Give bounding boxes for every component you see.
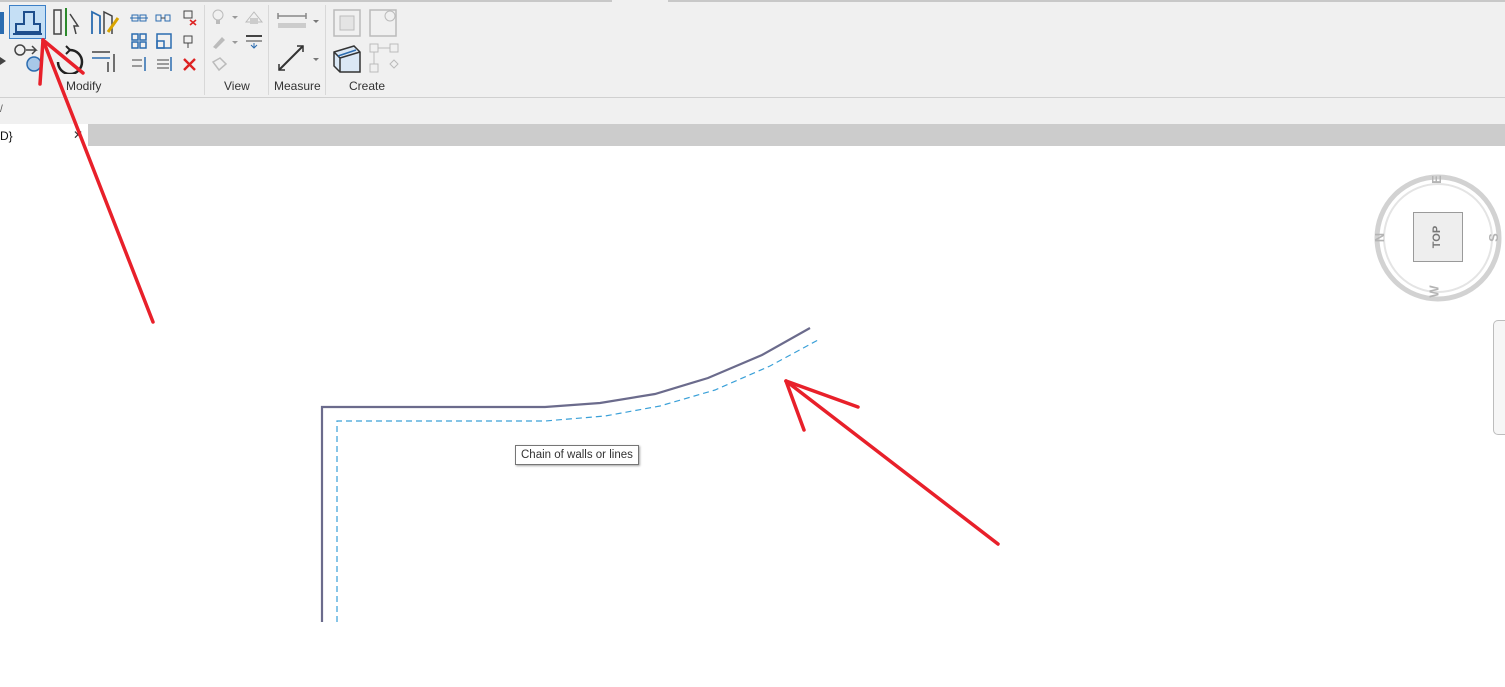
offset-preview-line	[336, 339, 819, 622]
compass-north[interactable]: N	[1372, 233, 1387, 242]
tooltip: Chain of walls or lines	[515, 445, 639, 465]
drawing-overlay	[38, 38, 1000, 622]
compass-west[interactable]: W	[1427, 285, 1442, 297]
viewcube-top-face[interactable]: TOP	[1413, 212, 1463, 262]
viewcube[interactable]: TOP E N S W	[1370, 170, 1505, 310]
navigation-bar[interactable]	[1493, 320, 1505, 435]
wall-chain-line[interactable]	[320, 327, 811, 622]
annotation-arrow-offset-tool	[38, 38, 155, 324]
compass-east[interactable]: E	[1429, 175, 1444, 184]
compass-south[interactable]: S	[1486, 233, 1501, 242]
annotation-arrow-offset-line	[784, 379, 1000, 546]
